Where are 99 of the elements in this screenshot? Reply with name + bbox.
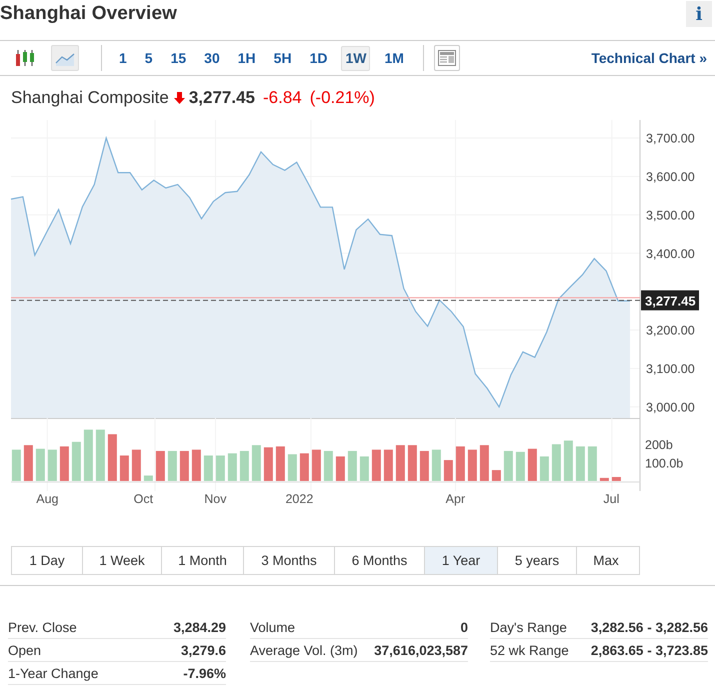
- volume-bar: [432, 450, 441, 481]
- stat-label: 52 wk Range: [490, 642, 569, 658]
- axis-label: 100.0b: [645, 456, 684, 470]
- table-view-button[interactable]: [434, 45, 460, 71]
- volume-bar: [204, 456, 213, 481]
- technical-chart-link[interactable]: Technical Chart »: [591, 50, 707, 66]
- volume-bar: [408, 445, 417, 481]
- volume-bar: [540, 456, 549, 481]
- volume-bar: [132, 450, 141, 481]
- info-button[interactable]: i: [686, 1, 712, 27]
- volume-bar: [324, 450, 333, 481]
- stat-label: Day's Range: [490, 620, 567, 634]
- price-change: -6.84: [263, 88, 302, 108]
- stat-label: Prev. Close: [8, 620, 77, 634]
- interval-button[interactable]: 30: [200, 46, 224, 70]
- volume-bar: [180, 450, 189, 481]
- candlestick-icon: [15, 49, 35, 67]
- volume-bar: [120, 456, 129, 481]
- volume-bar: [264, 447, 273, 481]
- axis-label: 3,200.00: [646, 324, 695, 338]
- range-tab[interactable]: 1 Year: [424, 547, 497, 574]
- ref-line-label: 3,277.45: [645, 293, 696, 308]
- interval-button[interactable]: 1W: [341, 46, 370, 70]
- interval-button[interactable]: 1D: [306, 46, 332, 70]
- volume-bar: [240, 450, 249, 481]
- axis-label: Jul: [603, 492, 620, 506]
- price-label: 3,277.45: [641, 290, 699, 310]
- volume-bar: [168, 450, 177, 481]
- axis-label: 3,700.00: [646, 132, 695, 146]
- volume-bar: [312, 450, 321, 481]
- volume-bar: [12, 450, 21, 481]
- volume-bar: [504, 450, 513, 481]
- stat-value: 37,616,023,587: [374, 642, 468, 658]
- volume-bar: [96, 430, 105, 481]
- volume-bar: [384, 450, 393, 481]
- volume-bar: [588, 446, 597, 481]
- volume-bar: [396, 445, 405, 481]
- axis-label: 3,100.00: [646, 362, 695, 376]
- interval-button[interactable]: 1H: [234, 46, 260, 70]
- volume-bar: [36, 448, 45, 481]
- volume-bar: [72, 442, 81, 481]
- interval-button[interactable]: 15: [166, 46, 190, 70]
- interval-button[interactable]: 1M: [380, 46, 408, 70]
- interval-button[interactable]: 1: [115, 46, 131, 70]
- stat-label: Volume: [250, 620, 296, 634]
- stat-value: 2,863.65 - 3,723.85: [590, 642, 708, 658]
- area-chart-button[interactable]: [51, 45, 79, 71]
- volume-bar: [552, 444, 561, 481]
- stat-label: Average Vol. (3m): [250, 642, 358, 658]
- axis-label: 3,500.00: [646, 208, 695, 222]
- volume-bar: [576, 446, 585, 481]
- volume-bar: [228, 453, 237, 481]
- stat-value: 3,279.6: [180, 642, 226, 658]
- stat-label: 1-Year Change: [8, 666, 98, 680]
- index-name: Shanghai Composite: [11, 88, 169, 108]
- volume-bar: [612, 477, 621, 481]
- volume-bar: [300, 453, 309, 481]
- volume-bar: [276, 446, 285, 481]
- volume-bar: [492, 470, 501, 481]
- axis-label: Apr: [446, 492, 466, 506]
- volume-bar: [468, 450, 477, 481]
- axis-label: Oct: [134, 492, 154, 506]
- volume-bar: [420, 450, 429, 481]
- axis-label: 3,000.00: [646, 400, 695, 414]
- axis-label: 3,400.00: [646, 246, 695, 261]
- volume-bar: [600, 478, 609, 481]
- page-title: Shanghai Overview: [0, 3, 177, 25]
- volume-bar: [288, 454, 297, 481]
- stat-label: Open: [8, 642, 42, 658]
- volume-bar: [60, 446, 69, 481]
- axis-label: Aug: [36, 492, 59, 506]
- axis-label: 2022: [286, 492, 314, 506]
- volume-bar: [444, 460, 453, 481]
- stat-value: 0: [460, 620, 468, 634]
- stat-value: 3,282.56 - 3,282.56: [590, 620, 708, 634]
- volume-bar: [252, 445, 261, 481]
- stat-value: 3,284.29: [173, 620, 226, 634]
- volume-bar: [156, 450, 165, 481]
- stat-value: -7.96%: [183, 666, 226, 680]
- price-value: 3,277.45: [188, 88, 256, 108]
- axis-label: Nov: [204, 492, 227, 506]
- volume-bar: [360, 456, 369, 481]
- axis-label: 200b: [645, 438, 673, 452]
- volume-bar: [372, 450, 381, 481]
- volume-bar: [192, 450, 201, 481]
- volume-bar: [84, 430, 93, 481]
- volume-bar: [336, 456, 345, 481]
- volume-bar: [516, 452, 525, 481]
- volume-bar: [480, 445, 489, 481]
- volume-bar: [348, 450, 357, 481]
- volume-bar: [528, 448, 537, 481]
- interval-button[interactable]: 5H: [270, 46, 296, 70]
- volume-bar: [108, 434, 117, 481]
- volume-bar: [24, 445, 33, 481]
- axis-label: 3,600.00: [646, 170, 695, 184]
- volume-bar: [564, 440, 573, 481]
- percent-change: (-0.21%): [310, 88, 375, 108]
- interval-button[interactable]: 5: [140, 46, 157, 70]
- volume-bar: [144, 476, 153, 481]
